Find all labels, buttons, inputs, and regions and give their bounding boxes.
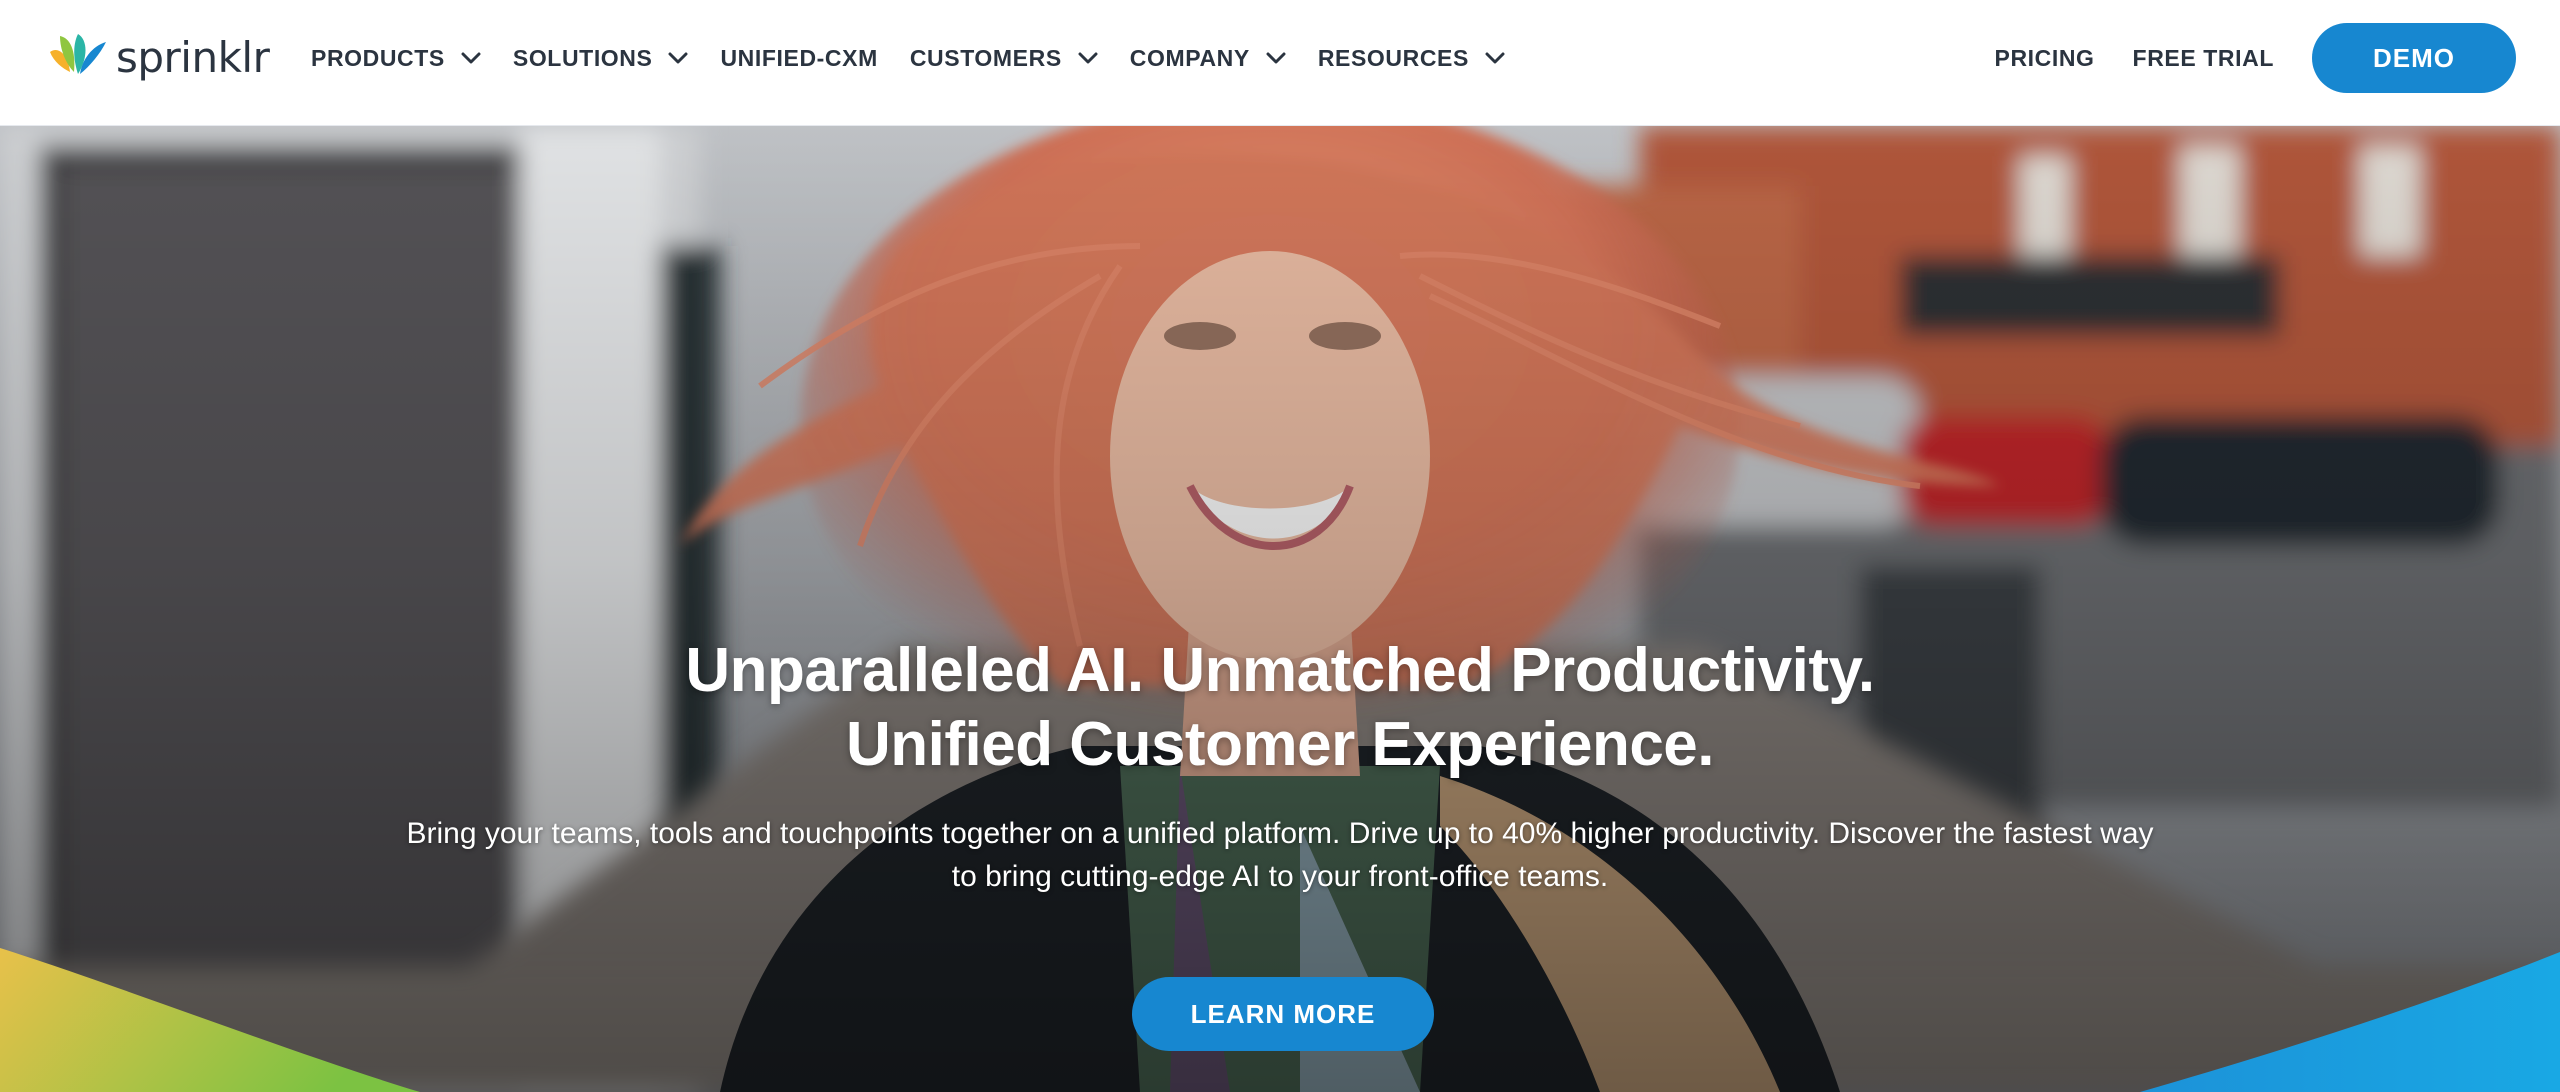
chevron-down-icon xyxy=(461,52,481,64)
nav-unified-cxm[interactable]: UNIFIED-CXM xyxy=(720,0,877,116)
decorative-wave-left xyxy=(0,948,2560,1092)
nav-resources[interactable]: RESOURCES xyxy=(1318,0,1505,116)
nav-customers[interactable]: CUSTOMERS xyxy=(910,0,1098,116)
nav-customers-label: CUSTOMERS xyxy=(909,44,1062,71)
nav-solutions[interactable]: SOLUTIONS xyxy=(513,0,689,116)
nav-products[interactable]: PRODUCTS xyxy=(311,0,481,116)
nav-company[interactable]: COMPANY xyxy=(1130,0,1286,116)
sprinklr-logo[interactable]: sprinklr xyxy=(48,30,270,86)
demo-button[interactable]: DEMO xyxy=(2312,23,2516,93)
hero-subtitle: Bring your teams, tools and touchpoints … xyxy=(380,812,2180,898)
pricing-link[interactable]: PRICING xyxy=(1995,45,2095,72)
chevron-down-icon xyxy=(1485,52,1505,64)
chevron-down-icon xyxy=(668,52,688,64)
nav-resources-label: RESOURCES xyxy=(1317,44,1469,71)
sprinklr-logo-icon xyxy=(50,34,106,74)
brand-name: sprinklr xyxy=(116,33,270,82)
chevron-down-icon xyxy=(1078,52,1098,64)
top-navigation: sprinklr PRODUCTS SOLUTIONS UNIFIED-CXM … xyxy=(0,0,2560,126)
nav-products-label: PRODUCTS xyxy=(311,44,445,71)
chevron-down-icon xyxy=(1266,52,1286,64)
free-trial-link[interactable]: FREE TRIAL xyxy=(2133,45,2274,72)
nav-company-label: COMPANY xyxy=(1129,44,1250,71)
hero-title-line-2: Unified Customer Experience. xyxy=(845,710,1715,779)
hero-title: Unparalleled AI. Unmatched Productivity.… xyxy=(0,634,2560,782)
hero-title-line-1: Unparalleled AI. Unmatched Productivity. xyxy=(685,636,1875,705)
nav-unified-cxm-label: UNIFIED-CXM xyxy=(720,44,878,71)
nav-solutions-label: SOLUTIONS xyxy=(512,44,653,71)
hero-section: Unparalleled AI. Unmatched Productivity.… xyxy=(0,126,2560,1092)
learn-more-button[interactable]: LEARN MORE xyxy=(1132,977,1434,1051)
nav-actions: PRICING FREE TRIAL DEMO xyxy=(1995,0,2516,116)
hero-subtitle-line-2: to bring cutting-edge AI to your front-o… xyxy=(951,860,1609,893)
main-menu: PRODUCTS SOLUTIONS UNIFIED-CXM CUSTOMERS… xyxy=(311,0,1537,116)
hero-subtitle-line-1: Bring your teams, tools and touchpoints … xyxy=(406,817,2154,850)
